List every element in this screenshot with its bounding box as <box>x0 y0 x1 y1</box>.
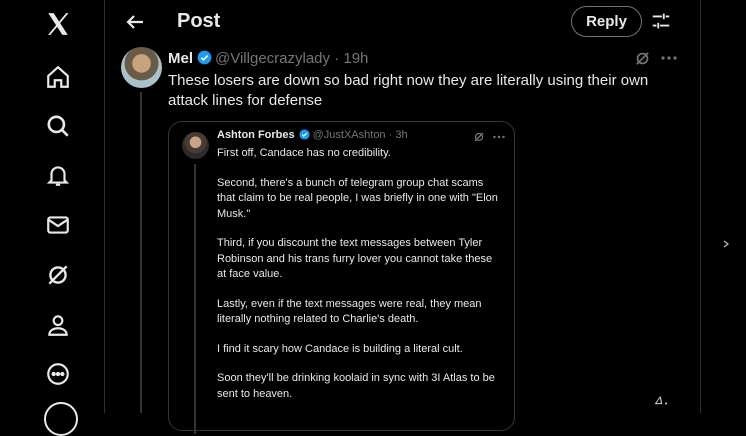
page-title: Post <box>177 10 221 32</box>
avatar[interactable] <box>121 47 162 88</box>
post-author: Mel @Villgecrazylady · 19h <box>168 50 368 67</box>
author-handle[interactable]: @Villgecrazylady <box>215 50 330 67</box>
quoted-author: Ashton Forbes @JustXAshton · 3h <box>217 129 408 141</box>
grok-icon[interactable] <box>634 50 651 67</box>
column-divider <box>700 0 701 413</box>
grok-icon[interactable] <box>473 131 485 143</box>
back-arrow-icon[interactable] <box>123 10 147 34</box>
x-logo-icon[interactable] <box>44 10 72 38</box>
post-text: These losers are down so bad right now t… <box>168 72 649 109</box>
home-icon[interactable] <box>44 63 72 91</box>
sidebar-divider <box>104 0 105 413</box>
quoted-paragraph: First off, Candace has no credibility. <box>217 147 391 159</box>
filter-icon[interactable] <box>650 10 672 32</box>
verified-badge-icon <box>197 50 212 65</box>
profile-icon[interactable] <box>44 311 72 339</box>
quoted-paragraph: Soon they'll be drinking koolaid in sync… <box>217 372 495 400</box>
account-avatar[interactable] <box>44 402 78 436</box>
avatar[interactable] <box>182 132 209 159</box>
quoted-paragraph: Second, there's a bunch of telegram grou… <box>217 176 498 220</box>
scroll-indicator-icon[interactable] <box>723 240 729 248</box>
author-handle[interactable]: @JustXAshton <box>313 129 386 141</box>
watermark-logo: ᐞᐧ <box>652 394 667 415</box>
messages-icon[interactable] <box>44 211 72 239</box>
quoted-paragraph: Third, if you discount the text messages… <box>217 237 493 280</box>
notifications-icon[interactable] <box>44 161 72 189</box>
search-icon[interactable] <box>44 112 72 140</box>
author-name[interactable]: Ashton Forbes <box>217 129 295 141</box>
more-options-icon[interactable] <box>493 134 505 140</box>
author-name[interactable]: Mel <box>168 50 193 67</box>
reply-button[interactable]: Reply <box>571 6 642 37</box>
quoted-paragraph: Lastly, even if the text messages were r… <box>217 297 482 326</box>
more-options-icon[interactable] <box>661 54 677 62</box>
post-time: · 19h <box>334 50 369 67</box>
more-icon[interactable] <box>44 360 72 388</box>
thread-line <box>194 164 196 434</box>
quoted-post[interactable]: Ashton Forbes @JustXAshton · 3h First off… <box>168 121 515 434</box>
post-header: Post Reply <box>105 0 700 44</box>
verified-badge-icon <box>299 129 310 140</box>
post-time: · 3h <box>388 129 408 141</box>
quoted-paragraph: I find it scary how Candace is building … <box>217 342 463 355</box>
grok-icon[interactable] <box>44 261 72 289</box>
sidebar-nav <box>0 0 104 436</box>
thread-line <box>140 92 142 413</box>
quoted-text: First off, Candace has no credibility. S… <box>217 146 502 416</box>
